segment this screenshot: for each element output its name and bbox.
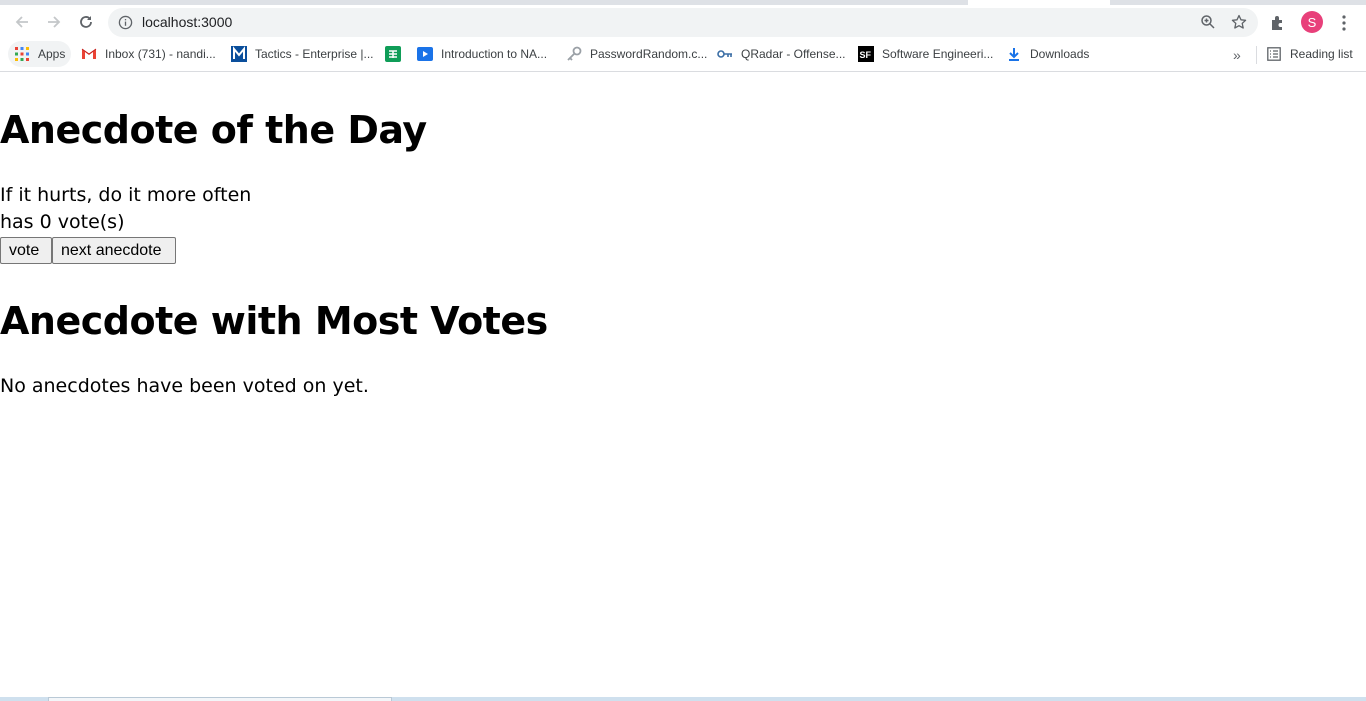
page-content: Anecdote of the Day If it hurts, do it m… — [0, 73, 1366, 697]
bookmark-label: Tactics - Enterprise |... — [255, 47, 374, 61]
reload-icon — [80, 16, 92, 28]
address-bar[interactable]: localhost:3000 — [108, 8, 1258, 37]
bookmark-introduction[interactable]: Introduction to NA... — [417, 41, 547, 67]
key-icon — [566, 46, 582, 62]
next-anecdote-button[interactable]: next anecdote — [52, 237, 176, 264]
bookmark-gmail[interactable]: Inbox (731) - nandi... — [81, 41, 216, 67]
download-icon — [1006, 46, 1022, 62]
bookmark-label: Apps — [38, 47, 66, 61]
no-votes-text: No anecdotes have been voted on yet. — [0, 375, 369, 397]
back-arrow-icon — [15, 16, 28, 28]
url-text[interactable]: localhost:3000 — [142, 14, 232, 30]
bookmark-label: Downloads — [1030, 47, 1090, 61]
mitre-icon — [231, 46, 247, 62]
kebab-menu-icon — [1342, 15, 1346, 31]
browser-menu-button[interactable] — [1334, 14, 1354, 32]
browser-toolbar: localhost:3000 S — [0, 6, 1366, 38]
reading-list-icon — [1266, 46, 1282, 62]
reload-button[interactable] — [72, 10, 100, 34]
bookmark-sheets[interactable] — [385, 41, 409, 67]
apps-grid-icon — [14, 46, 30, 62]
video-icon — [417, 46, 433, 62]
bookmark-star-icon[interactable] — [1231, 14, 1247, 30]
tab-strip-right — [1110, 0, 1366, 5]
info-icon[interactable] — [118, 15, 133, 30]
bookmark-label: Inbox (731) - nandi... — [105, 47, 216, 61]
taskbar-edge — [0, 697, 1366, 701]
zoom-icon[interactable] — [1200, 14, 1216, 30]
bookmark-tactics[interactable]: Tactics - Enterprise |... — [231, 41, 373, 67]
bookmark-software-engineering[interactable]: SF Software Engineeri... — [858, 41, 993, 67]
bookmark-label: QRadar - Offense... — [741, 47, 846, 61]
back-button[interactable] — [8, 10, 36, 34]
extensions-puzzle-icon[interactable] — [1269, 14, 1287, 32]
qradar-icon — [717, 46, 733, 62]
anecdote-text: If it hurts, do it more often — [0, 184, 252, 206]
reading-list-label: Reading list — [1290, 47, 1353, 61]
vote-button[interactable]: vote — [0, 237, 52, 264]
bookmark-qradar[interactable]: QRadar - Offense... — [717, 41, 846, 67]
bookmarks-bar: Apps Inbox (731) - nandi... Tactics - En… — [0, 38, 1366, 72]
tab-strip-left — [0, 0, 968, 5]
taskbar-segment — [48, 697, 392, 701]
bookmarks-divider — [1256, 46, 1257, 64]
gmail-icon — [81, 46, 97, 62]
forward-button[interactable] — [40, 10, 68, 34]
bookmark-label: PasswordRandom.c... — [590, 47, 708, 61]
bookmark-apps[interactable]: Apps — [8, 41, 71, 67]
bookmark-downloads[interactable]: Downloads — [1006, 41, 1089, 67]
bookmark-label: Introduction to NA... — [441, 47, 548, 61]
sf-icon: SF — [858, 46, 874, 62]
profile-avatar[interactable]: S — [1301, 11, 1323, 33]
bookmark-label: Software Engineeri... — [882, 47, 994, 61]
forward-arrow-icon — [48, 16, 61, 28]
vote-count-text: has 0 vote(s) — [0, 211, 125, 233]
heading-anecdote-of-the-day: Anecdote of the Day — [0, 108, 427, 152]
bookmarks-overflow-button[interactable]: » — [1233, 47, 1241, 63]
bookmark-passwordrandom[interactable]: PasswordRandom.c... — [566, 41, 707, 67]
reading-list-button[interactable]: Reading list — [1266, 41, 1353, 67]
heading-most-votes: Anecdote with Most Votes — [0, 299, 548, 343]
sheets-icon — [385, 46, 401, 62]
svg-text:SF: SF — [860, 50, 872, 60]
